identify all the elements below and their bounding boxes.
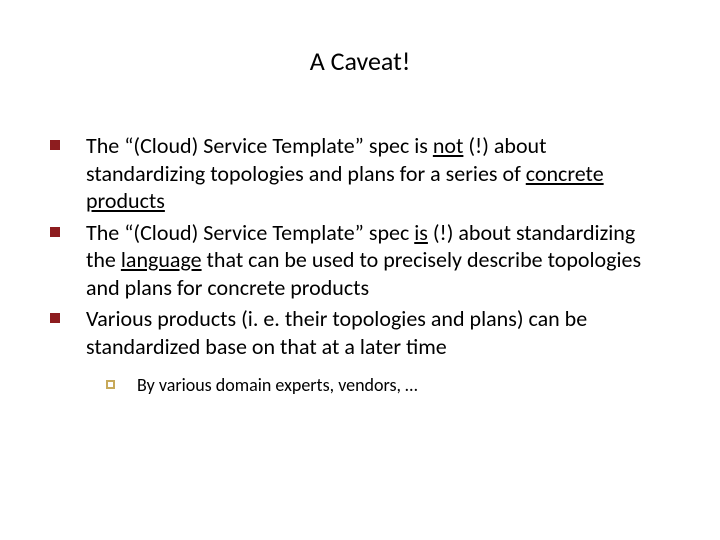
slide-title: A Caveat!: [50, 45, 670, 77]
bullet-text: Various products (i. e. their topologies…: [86, 305, 670, 360]
sub-list: By various domain experts, vendors, …: [106, 374, 670, 397]
underlined-text: language: [121, 246, 202, 273]
list-item: The “(Cloud) Service Template” spec is (…: [50, 219, 670, 302]
text-run: The “(Cloud) Service Template” spec is: [86, 132, 433, 159]
bullet-text: The “(Cloud) Service Template” spec is n…: [86, 132, 670, 215]
bullet-text: By various domain experts, vendors, …: [137, 374, 670, 397]
square-bullet-icon: [50, 313, 60, 323]
list-item: Various products (i. e. their topologies…: [50, 305, 670, 360]
hollow-square-bullet-icon: [106, 380, 115, 389]
list-item: By various domain experts, vendors, …: [106, 374, 670, 397]
square-bullet-icon: [50, 227, 60, 237]
text-run: Various products (i. e. their topologies…: [86, 305, 587, 360]
underlined-text: is: [414, 219, 428, 246]
underlined-text: not: [433, 132, 464, 159]
list-item: The “(Cloud) Service Template” spec is n…: [50, 132, 670, 215]
text-run: The “(Cloud) Service Template” spec: [86, 219, 414, 246]
square-bullet-icon: [50, 140, 60, 150]
bullet-text: The “(Cloud) Service Template” spec is (…: [86, 219, 670, 302]
slide: A Caveat! The “(Cloud) Service Template”…: [0, 0, 720, 540]
bullet-list: The “(Cloud) Service Template” spec is n…: [50, 132, 670, 397]
